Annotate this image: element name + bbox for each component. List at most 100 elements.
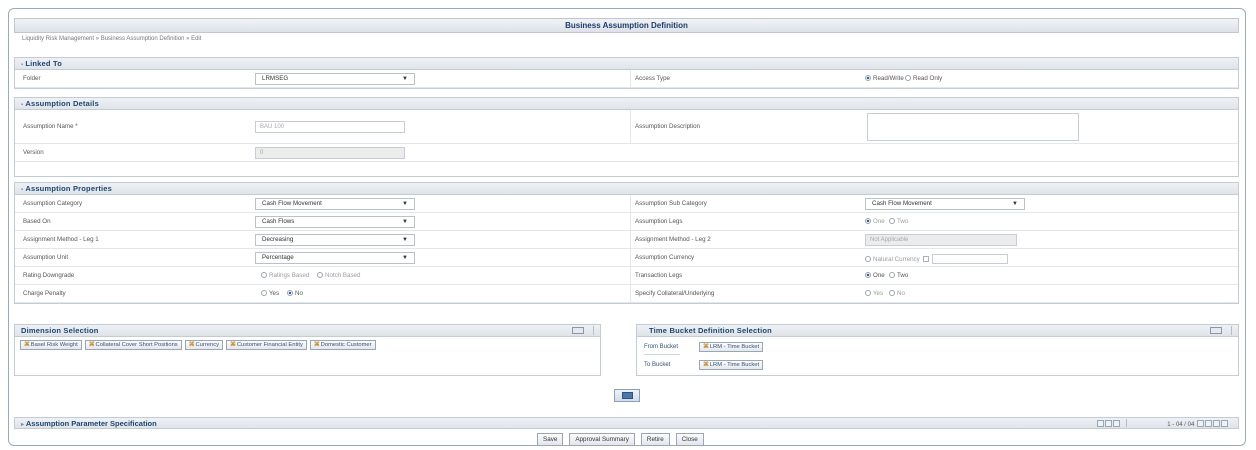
from-bucket-chip[interactable]: ⌘LRM - Time Bucket <box>699 342 764 352</box>
currency-input[interactable] <box>931 254 1008 264</box>
save-button[interactable]: Save <box>537 433 564 446</box>
retire-button[interactable]: Retire <box>640 433 670 446</box>
assumption-properties-section: ▪ Assumption Properties Assumption Catego… <box>14 182 1239 304</box>
dimension-chip[interactable]: ⌘Collateral Cover Short Positions <box>84 340 182 350</box>
based-on-select[interactable]: Cash Flows ▼ <box>255 216 415 228</box>
currency-checkbox[interactable] <box>922 256 929 262</box>
folder-value: LRMSEG <box>262 75 289 82</box>
radio-icon <box>865 290 871 296</box>
radio-label: Read/Write <box>873 75 904 82</box>
assumption-details-section: ▪ Assumption Details Assumption Name * BA… <box>14 97 1239 177</box>
unit-value: Percentage <box>262 254 294 261</box>
access-read-write-radio[interactable]: Read/Write <box>865 75 904 82</box>
radio-label: Yes <box>873 290 884 297</box>
collapse-icon[interactable]: ▪ <box>21 62 23 68</box>
notch-based-radio[interactable]: Notch Based <box>317 272 360 279</box>
populate-button[interactable] <box>614 389 640 402</box>
collateral-label: Specify Collateral/Underlying <box>635 290 715 297</box>
collateral-no-radio[interactable]: No <box>889 290 905 297</box>
radio-label: Ratings Based <box>269 272 310 279</box>
approval-summary-button[interactable]: Approval Summary <box>569 433 635 446</box>
to-bucket-chip[interactable]: ⌘LRM - Time Bucket <box>699 360 764 370</box>
grid-icon[interactable] <box>1105 420 1113 427</box>
hierarchy-icon: ⌘ <box>24 342 30 348</box>
dimension-chip[interactable]: ⌘Customer Financial Entity <box>226 340 307 350</box>
linked-to-header[interactable]: ▪ Linked To <box>15 58 1238 70</box>
to-bucket-label: To Bucket <box>644 362 671 368</box>
section-title: Dimension Selection <box>21 326 99 335</box>
column-divider <box>630 267 631 284</box>
last-page-icon[interactable] <box>1221 420 1228 427</box>
collateral-yes-radio[interactable]: Yes <box>865 290 883 297</box>
prev-page-icon[interactable] <box>1205 420 1212 427</box>
collapse-icon[interactable]: ▪ <box>21 187 23 193</box>
legs-one-radio[interactable]: One <box>865 218 885 225</box>
chevron-down-icon: ▼ <box>1012 201 1018 207</box>
info-icon[interactable] <box>1097 420 1105 427</box>
properties-header[interactable]: ▪ Assumption Properties <box>15 183 1238 195</box>
chevron-down-icon: ▼ <box>402 201 408 207</box>
txn-legs-one-radio[interactable]: One <box>865 272 885 279</box>
chip-label: Domestic Customer <box>320 342 372 348</box>
dimension-chip[interactable]: ⌘Domestic Customer <box>309 340 376 350</box>
natural-currency-radio[interactable]: Natural Currency <box>865 254 1008 264</box>
dimension-chip[interactable]: ⌘Currency <box>184 340 224 350</box>
category-select[interactable]: Cash Flow Movement ▼ <box>255 198 415 210</box>
page-count: 1 - 04 / 04 <box>1167 422 1195 428</box>
hierarchy-icon: ⌘ <box>230 342 236 348</box>
folder-select[interactable]: LRMSEG ▼ <box>255 73 415 85</box>
dimension-header: Dimension Selection <box>15 325 600 337</box>
hierarchy-browser-icon[interactable] <box>1210 327 1222 334</box>
parameter-specification-header[interactable]: ▸ Assumption Parameter Specification 1 -… <box>14 417 1239 429</box>
settings-icon[interactable] <box>1113 420 1121 427</box>
details-row-name: Assumption Name * BAU 100 Assumption Des… <box>15 110 1238 144</box>
properties-row-penalty: Charge Penalty Yes No Specify Collateral… <box>15 285 1238 303</box>
assumption-legs-label: Assumption Legs <box>635 218 683 225</box>
unit-label: Assumption Unit <box>23 254 69 261</box>
details-header[interactable]: ▪ Assumption Details <box>15 98 1238 110</box>
penalty-no-radio[interactable]: No <box>287 290 303 297</box>
linked-to-section: ▪ Linked To Folder LRMSEG ▼ Access Type Re… <box>14 57 1239 89</box>
assumption-description-textarea[interactable] <box>867 113 1079 141</box>
radio-icon <box>261 290 267 296</box>
expand-icon[interactable]: ▸ <box>21 422 24 428</box>
pager: 1 - 04 / 04 <box>1096 419 1228 431</box>
radio-icon <box>905 75 911 81</box>
unit-select[interactable]: Percentage ▼ <box>255 252 415 264</box>
dimension-chip[interactable]: ⌘Basel Risk Weight <box>20 340 82 350</box>
hierarchy-browser-icon[interactable] <box>572 327 584 334</box>
next-page-icon[interactable] <box>1213 420 1220 427</box>
hierarchy-icon: ⌘ <box>88 342 95 348</box>
collapse-icon[interactable]: ▪ <box>21 102 23 108</box>
radio-label: Two <box>897 218 909 225</box>
divider <box>593 326 594 335</box>
first-page-icon[interactable] <box>1197 420 1204 427</box>
radio-label: Yes <box>269 290 280 297</box>
close-button[interactable]: Close <box>675 433 704 446</box>
chevron-down-icon: ▼ <box>402 76 408 82</box>
assumption-name-input[interactable]: BAU 100 <box>255 121 405 133</box>
ratings-based-radio[interactable]: Ratings Based <box>261 272 309 279</box>
subcategory-select[interactable]: Cash Flow Movement ▼ <box>865 198 1025 210</box>
to-bucket-row: To Bucket ⌘LRM - Time Bucket <box>644 360 764 370</box>
txn-legs-two-radio[interactable]: Two <box>889 272 908 279</box>
properties-row-based-on: Based On Cash Flows ▼ Assumption Legs One… <box>15 213 1238 231</box>
radio-icon <box>889 218 895 224</box>
method-leg1-select[interactable]: Decreasing ▼ <box>255 234 415 246</box>
legs-two-radio[interactable]: Two <box>889 218 908 225</box>
charge-penalty-label: Charge Penalty <box>23 290 66 297</box>
linked-to-row: Folder LRMSEG ▼ Access Type Read/Write Re… <box>15 70 1238 88</box>
radio-selected-icon <box>865 75 871 81</box>
column-divider <box>630 285 631 302</box>
access-read-only-radio[interactable]: Read Only <box>905 75 942 82</box>
subcategory-label: Assumption Sub Category <box>635 200 707 207</box>
penalty-yes-radio[interactable]: Yes <box>261 290 279 297</box>
assumption-description-label: Assumption Description <box>635 123 700 130</box>
column-divider <box>630 110 631 143</box>
radio-selected-icon <box>287 290 293 296</box>
radio-icon <box>889 272 895 278</box>
section-title: Assumption Details <box>25 99 99 108</box>
section-title: Assumption Properties <box>25 184 113 193</box>
properties-row-category: Assumption Category Cash Flow Movement ▼ … <box>15 195 1238 213</box>
radio-label: Read Only <box>913 75 943 82</box>
